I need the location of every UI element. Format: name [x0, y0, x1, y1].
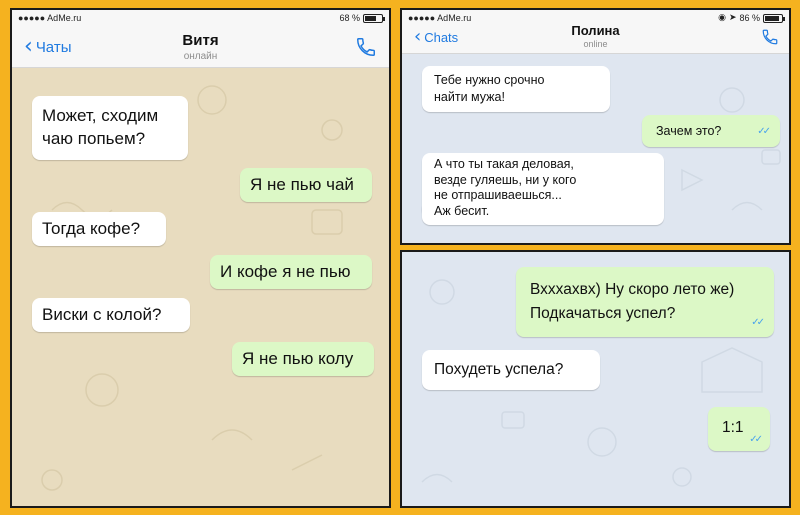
contact-name: Полина	[571, 23, 620, 38]
double-check-icon: ✓✓	[757, 126, 771, 137]
chat-screenshot-vitya: ●●●●● AdMe.ru 68 % ‹ Чаты Витя онлайн Мо…	[10, 8, 391, 508]
chat-header: ●●●●● AdMe.ru 68 % ‹ Чаты Витя онлайн	[12, 10, 389, 68]
presence-status: online	[583, 39, 608, 49]
message-outgoing: Вхххахвх) Ну скоро лето же) Подкачаться …	[516, 267, 774, 337]
message-text: 1:1	[722, 419, 744, 436]
message-outgoing: 1:1 ✓✓	[708, 407, 770, 451]
message-outgoing: Зачем это? ✓✓	[642, 115, 780, 147]
chat-screenshot-continued: Вхххахвх) Ну скоро лето же) Подкачаться …	[400, 250, 791, 508]
message-incoming: Может, сходим чаю попьем?	[32, 96, 188, 160]
message-incoming: Тебе нужно срочно найти мужа!	[422, 66, 610, 112]
message-outgoing: Я не пью колу	[232, 342, 374, 376]
double-check-icon: ✓✓	[751, 317, 765, 328]
battery-icon	[763, 13, 785, 23]
status-bar: ●●●●● AdMe.ru 68 %	[18, 13, 385, 23]
message-outgoing: Я не пью чай	[240, 168, 372, 202]
presence-status: онлайн	[183, 51, 218, 62]
eye-icon: ◉	[718, 13, 726, 23]
message-text: Зачем это?	[656, 124, 722, 138]
message-incoming: А что ты такая деловая, везде гуляешь, н…	[422, 153, 664, 225]
phone-icon[interactable]	[355, 36, 377, 58]
contact-title[interactable]: Полина online	[402, 23, 789, 49]
message-text: Вхххахвх) Ну скоро лето же) Подкачаться …	[530, 281, 735, 322]
double-check-icon: ✓✓	[749, 434, 763, 445]
message-outgoing: И кофе я не пью	[210, 255, 372, 289]
contact-name: Витя	[182, 32, 219, 49]
status-bar: ●●●●● AdMe.ru ◉ ➤ 86 %	[408, 13, 785, 23]
message-incoming: Виски с колой?	[32, 298, 190, 332]
message-incoming: Похудеть успела?	[422, 350, 600, 390]
chat-screenshot-polina: ●●●●● AdMe.ru ◉ ➤ 86 % ‹ Chats Полина on…	[400, 8, 791, 245]
message-incoming: Тогда кофе?	[32, 212, 166, 246]
carrier-label: ●●●●● AdMe.ru	[18, 13, 82, 23]
battery-icon	[363, 13, 385, 23]
chat-header: ●●●●● AdMe.ru ◉ ➤ 86 % ‹ Chats Полина on…	[402, 10, 789, 54]
contact-title[interactable]: Витя онлайн	[12, 32, 389, 62]
battery-percent: 86 %	[739, 13, 760, 23]
battery-percent: 68 %	[339, 13, 360, 23]
carrier-label: ●●●●● AdMe.ru	[408, 13, 472, 23]
phone-icon[interactable]	[761, 28, 779, 46]
location-arrow-icon: ➤	[728, 13, 737, 23]
